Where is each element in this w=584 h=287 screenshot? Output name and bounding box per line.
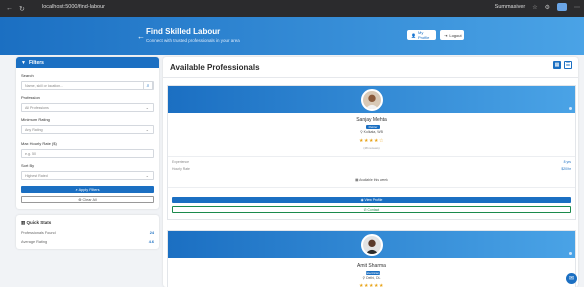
star-icon[interactable]: ☆ (532, 4, 537, 11)
back-icon[interactable]: ← (6, 5, 13, 13)
divider (163, 77, 578, 78)
avatar[interactable] (361, 89, 383, 111)
location-text: Kolkata, WB (363, 130, 383, 134)
list-view-icon[interactable]: ☰ (564, 61, 572, 69)
browser-actions: Summasiver ☆ ⚙ ⋯ (495, 3, 580, 11)
professional-card: Amit Sharma Electrician ⚲ Delhi, DL ★★★★… (167, 230, 576, 287)
clear-filters-button[interactable]: ⊗ Clear All (21, 196, 154, 203)
rate-input[interactable]: e.g. 50 (21, 149, 154, 158)
divider (168, 156, 575, 157)
account-name[interactable]: Summasiver (495, 4, 526, 10)
profession-badge: Painter (366, 125, 380, 129)
professional-name[interactable]: Sanjay Mehta (168, 117, 575, 123)
logout-icon: ⇥ (444, 32, 448, 38)
rating-value: Any Rating (25, 127, 43, 132)
filters-header: ▼ Filters (16, 57, 159, 68)
my-profile-label: My Profile (417, 30, 430, 40)
view-profile-button[interactable]: ◉ View Profile (172, 197, 571, 203)
profession-label: Profession (21, 95, 40, 100)
apply-filters-label: Apply Filters (78, 187, 100, 192)
profession-badge: Electrician (366, 271, 380, 275)
availability-text: Available this week (359, 178, 388, 182)
my-profile-button[interactable]: 👤 My Profile (407, 30, 436, 40)
rating-stars: ★★★★★ (359, 283, 384, 287)
detail-label: Hourly Rate (172, 167, 190, 171)
contact-label: Contact (367, 207, 380, 212)
quick-stats-panel: ▥ Quick Stats Professionals Found 24 Ave… (16, 215, 159, 249)
profession-select[interactable]: All Professions ⌄ (21, 103, 154, 112)
profession-value: All Professions (25, 105, 49, 110)
chat-icon: ✉ (568, 276, 575, 282)
status-dot (569, 107, 572, 110)
person-photo-icon (363, 91, 381, 109)
professional-location: ⚲ Delhi, DL (168, 276, 575, 280)
chevron-down-icon: ⌄ (145, 105, 149, 110)
browser-toolbar: ← ↻ localhost:5000/find-labour Summasive… (0, 0, 584, 17)
filters-panel: ▼ Filters Search Name, skill or location… (16, 57, 159, 209)
logout-button[interactable]: ⇥ Logout (440, 30, 464, 40)
stat-value: 4.6 (148, 240, 154, 244)
status-dot (569, 252, 572, 255)
stat-value: 24 (149, 231, 154, 235)
review-count: (48 reviews) (363, 146, 380, 150)
chevron-down-icon: ⌄ (145, 127, 149, 132)
quick-stats-label: Quick Stats (26, 220, 52, 225)
filters-title: Filters (28, 59, 44, 66)
grid-view-icon[interactable]: ▦ (553, 61, 561, 69)
sort-select[interactable]: Highest Rated ⌄ (21, 171, 154, 180)
avatar[interactable] (361, 234, 383, 256)
logout-label: Logout (449, 32, 462, 38)
location-text: Delhi, DL (366, 276, 381, 280)
divider (168, 187, 575, 188)
rating-select[interactable]: Any Rating ⌄ (21, 125, 154, 134)
view-profile-label: View Profile (364, 198, 383, 202)
rating-stars: ★★★★☆ (359, 138, 384, 144)
person-photo-icon (363, 236, 381, 254)
sort-label: Sort By (21, 163, 35, 168)
clear-filters-label: Clear All (82, 197, 97, 202)
chevron-down-icon: ⌄ (145, 173, 149, 178)
results-title: Available Professionals (170, 63, 260, 72)
stat-label: Professionals Found (21, 231, 56, 235)
settings-icon[interactable]: ⚙ (545, 4, 550, 11)
rating-label: Minimum Rating (21, 117, 50, 122)
professional-card: Sanjay Mehta Painter ⚲ Kolkata, WB ★★★★☆… (167, 85, 576, 220)
contact-button[interactable]: ✆ Contact (172, 206, 571, 213)
detail-label: Experience (172, 160, 189, 164)
browser-nav: ← ↻ (0, 5, 25, 13)
detail-value: 8 yrs (563, 160, 571, 164)
address-bar[interactable]: localhost:5000/find-labour (42, 4, 105, 10)
rate-placeholder: e.g. 50 (25, 151, 36, 156)
stat-label: Average Rating (21, 240, 48, 244)
detail-row: Hourly Rate $20/hr (172, 167, 571, 171)
user-icon: 👤 (411, 32, 416, 38)
refresh-icon[interactable]: ↻ (19, 5, 25, 13)
search-placeholder: Name, skill or location... (25, 83, 64, 88)
stat-row: Professionals Found 24 (21, 231, 154, 235)
search-icon[interactable]: ⌕ (143, 81, 153, 90)
professional-name[interactable]: Amit Sharma (168, 263, 575, 269)
page-title: Find Skilled Labour (146, 27, 221, 36)
menu-icon[interactable]: ⋯ (574, 4, 580, 11)
stat-row: Average Rating 4.6 (21, 240, 154, 244)
apply-filters-button[interactable]: ⌕ Apply Filters (21, 186, 154, 193)
page-subtitle: Connect with trusted professionals in yo… (146, 38, 240, 43)
detail-value: $20/hr (561, 167, 571, 171)
profile-avatar-icon[interactable] (557, 3, 567, 11)
search-label: Search (21, 73, 34, 78)
page-header: ← Find Skilled Labour Connect with trust… (0, 17, 584, 55)
professional-location: ⚲ Kolkata, WB (168, 130, 575, 134)
results-panel: Available Professionals ▦ ☰ Sanjay Mehta… (163, 57, 578, 287)
filter-icon: ▼ (21, 59, 26, 66)
availability-status: ▦ Available this week (168, 178, 575, 182)
search-input[interactable]: Name, skill or location... ⌕ (21, 81, 154, 90)
back-arrow-icon[interactable]: ← (137, 32, 145, 41)
detail-row: Experience 8 yrs (172, 160, 571, 164)
rate-label: Max Hourly Rate ($) (21, 141, 57, 146)
chat-button[interactable]: ✉ (566, 273, 577, 284)
quick-stats-title: ▥ Quick Stats (21, 220, 51, 226)
sort-value: Highest Rated (25, 173, 48, 178)
